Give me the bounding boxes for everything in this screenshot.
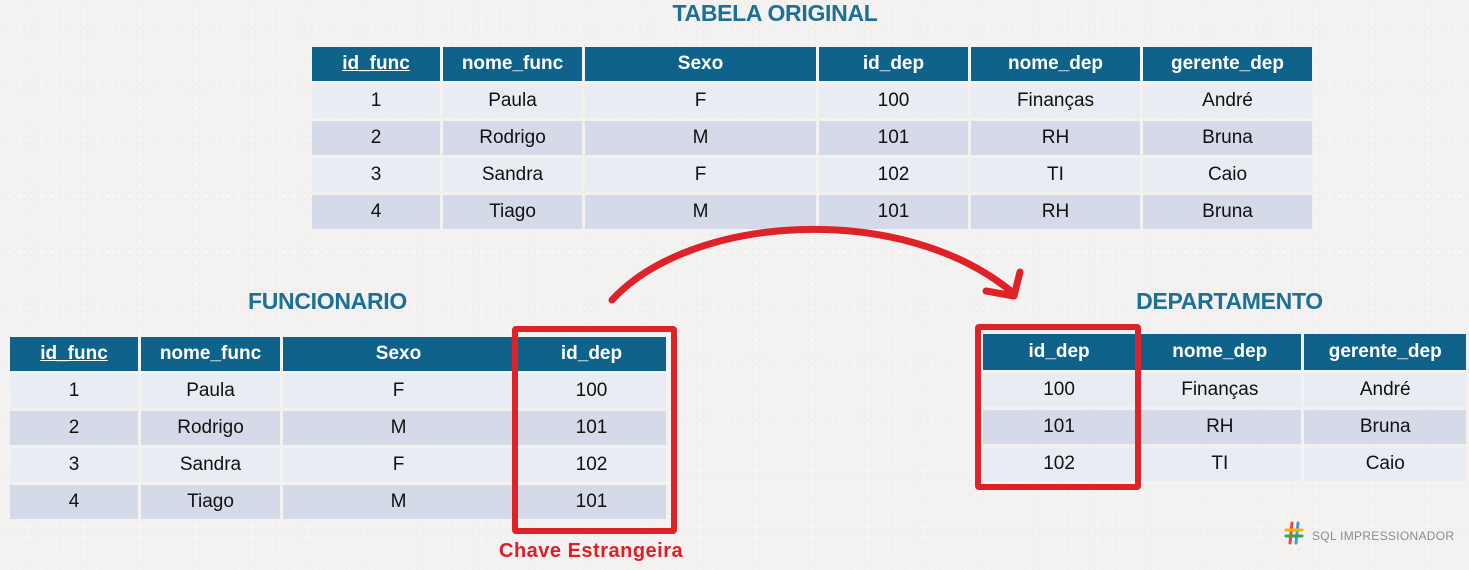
hash-logo-icon bbox=[1284, 521, 1304, 550]
foreign-key-caption: Chave Estrangeira bbox=[499, 540, 684, 562]
brand: SQL IMPRESSIONADOR bbox=[1284, 521, 1454, 550]
relationship-arrow-icon bbox=[608, 225, 1024, 304]
brand-name: SQL IMPRESSIONADOR bbox=[1312, 528, 1455, 543]
